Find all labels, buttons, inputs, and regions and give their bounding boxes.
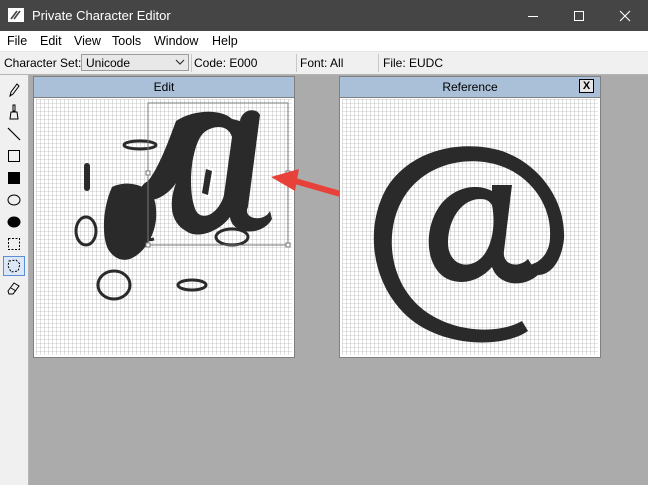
reference-window-title-text: Reference	[442, 80, 498, 94]
divider	[378, 54, 379, 72]
filled-rectangle-tool[interactable]	[3, 168, 25, 188]
minimize-button[interactable]	[510, 0, 556, 31]
pencil-tool[interactable]	[3, 80, 25, 100]
chevron-down-icon	[175, 59, 185, 65]
close-button[interactable]	[602, 0, 648, 31]
divider	[296, 54, 297, 72]
drawing-toolbar	[0, 75, 29, 485]
freeform-selection-icon	[7, 259, 21, 273]
menu-tools[interactable]: Tools	[112, 34, 141, 48]
reference-window: Reference X	[339, 76, 601, 358]
edit-window: Edit	[33, 76, 295, 358]
menu-edit[interactable]: Edit	[40, 34, 62, 48]
reference-grid	[342, 99, 598, 355]
brush-tool[interactable]	[3, 102, 25, 122]
brush-icon	[9, 104, 19, 120]
reference-window-title: Reference X	[340, 77, 600, 98]
filled-ellipse-tool[interactable]	[3, 212, 25, 232]
character-set-value: Unicode	[86, 56, 131, 70]
eraser-tool[interactable]	[3, 278, 25, 298]
edit-grid[interactable]	[36, 99, 292, 355]
line-icon	[7, 127, 21, 141]
divider	[191, 54, 192, 72]
hollow-ellipse-tool[interactable]	[3, 190, 25, 210]
edit-window-title-text: Edit	[153, 80, 175, 94]
hollow-rectangle-icon	[8, 150, 20, 162]
workspace: Edit Reference X	[29, 75, 648, 485]
minimize-icon	[528, 15, 538, 17]
rectangular-selection-tool[interactable]	[3, 234, 25, 254]
eraser-icon	[7, 282, 20, 295]
character-info-bar: Character Set: Unicode Code: E000 Font: …	[0, 52, 648, 75]
character-set-dropdown[interactable]: Unicode	[81, 54, 189, 71]
maximize-icon	[574, 10, 584, 21]
window-title: Private Character Editor	[32, 8, 171, 23]
line-tool[interactable]	[3, 124, 25, 144]
close-icon	[619, 10, 631, 21]
title-bar: Private Character Editor	[0, 0, 648, 31]
maximize-button[interactable]	[556, 0, 602, 31]
menu-bar: File Edit View Tools Window Help	[0, 31, 648, 52]
hollow-rectangle-tool[interactable]	[3, 146, 25, 166]
file-label: File: EUDC	[383, 56, 444, 70]
filled-ellipse-icon	[7, 216, 21, 228]
pencil-icon	[9, 83, 20, 98]
menu-help[interactable]: Help	[212, 34, 238, 48]
menu-window[interactable]: Window	[154, 34, 198, 48]
reference-close-button[interactable]: X	[579, 79, 594, 93]
hollow-ellipse-icon	[7, 194, 21, 206]
app-icon	[8, 8, 24, 22]
code-label: Code: E000	[194, 56, 258, 70]
menu-view[interactable]: View	[74, 34, 101, 48]
menu-file[interactable]: File	[7, 34, 27, 48]
character-set-label: Character Set:	[4, 56, 82, 70]
rectangular-selection-icon	[8, 238, 20, 250]
freeform-selection-tool[interactable]	[3, 256, 25, 276]
close-icon: X	[582, 80, 591, 92]
edit-window-title: Edit	[34, 77, 294, 98]
filled-rectangle-icon	[8, 172, 20, 184]
font-label: Font: All	[300, 56, 344, 70]
